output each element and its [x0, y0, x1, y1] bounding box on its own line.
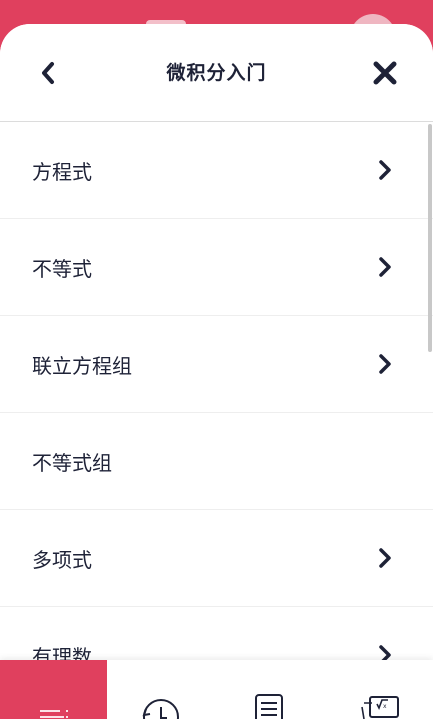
list-item-polynomials[interactable]: 多项式	[0, 510, 433, 607]
list-item-rational-numbers[interactable]: 有理数	[0, 607, 433, 664]
bottom-nav: x	[0, 660, 433, 719]
notes-icon	[255, 694, 283, 719]
chevron-right-icon	[376, 546, 394, 570]
sheet-header: 微积分入门	[0, 24, 433, 122]
list-item-inequality-systems[interactable]: 不等式组	[0, 413, 433, 510]
list-item-label: 联立方程组	[32, 353, 132, 378]
chevron-right-icon	[376, 352, 394, 376]
list-item-label: 不等式	[32, 256, 92, 281]
topic-list: 方程式 不等式 联立方程组 不等式组 多项式 有理数	[0, 122, 433, 664]
tab-notes[interactable]	[215, 660, 323, 719]
close-button[interactable]	[370, 58, 400, 88]
list-item-label: 方程式	[32, 159, 92, 184]
list-item-inequalities[interactable]: 不等式	[0, 219, 433, 316]
chevron-right-icon	[376, 158, 394, 182]
math-input-icon: x	[361, 696, 399, 719]
chevron-right-icon	[376, 255, 394, 279]
menu-icon	[39, 710, 68, 718]
topic-sheet: 微积分入门 方程式 不等式 联立方程组 不等式组 多项式 有理数	[0, 24, 433, 664]
tab-menu[interactable]	[0, 660, 107, 719]
close-icon	[373, 61, 397, 85]
page-title: 微积分入门	[166, 62, 267, 84]
history-icon	[142, 699, 179, 719]
list-item-label: 多项式	[32, 547, 92, 572]
list-item-equations[interactable]: 方程式	[0, 122, 433, 219]
list-scrollbar[interactable]	[428, 124, 432, 352]
tab-history[interactable]	[107, 660, 215, 719]
list-item-label: 不等式组	[32, 450, 112, 475]
tab-math-input[interactable]: x	[323, 660, 433, 719]
list-item-simultaneous-equations[interactable]: 联立方程组	[0, 316, 433, 413]
svg-text:x: x	[383, 703, 387, 710]
